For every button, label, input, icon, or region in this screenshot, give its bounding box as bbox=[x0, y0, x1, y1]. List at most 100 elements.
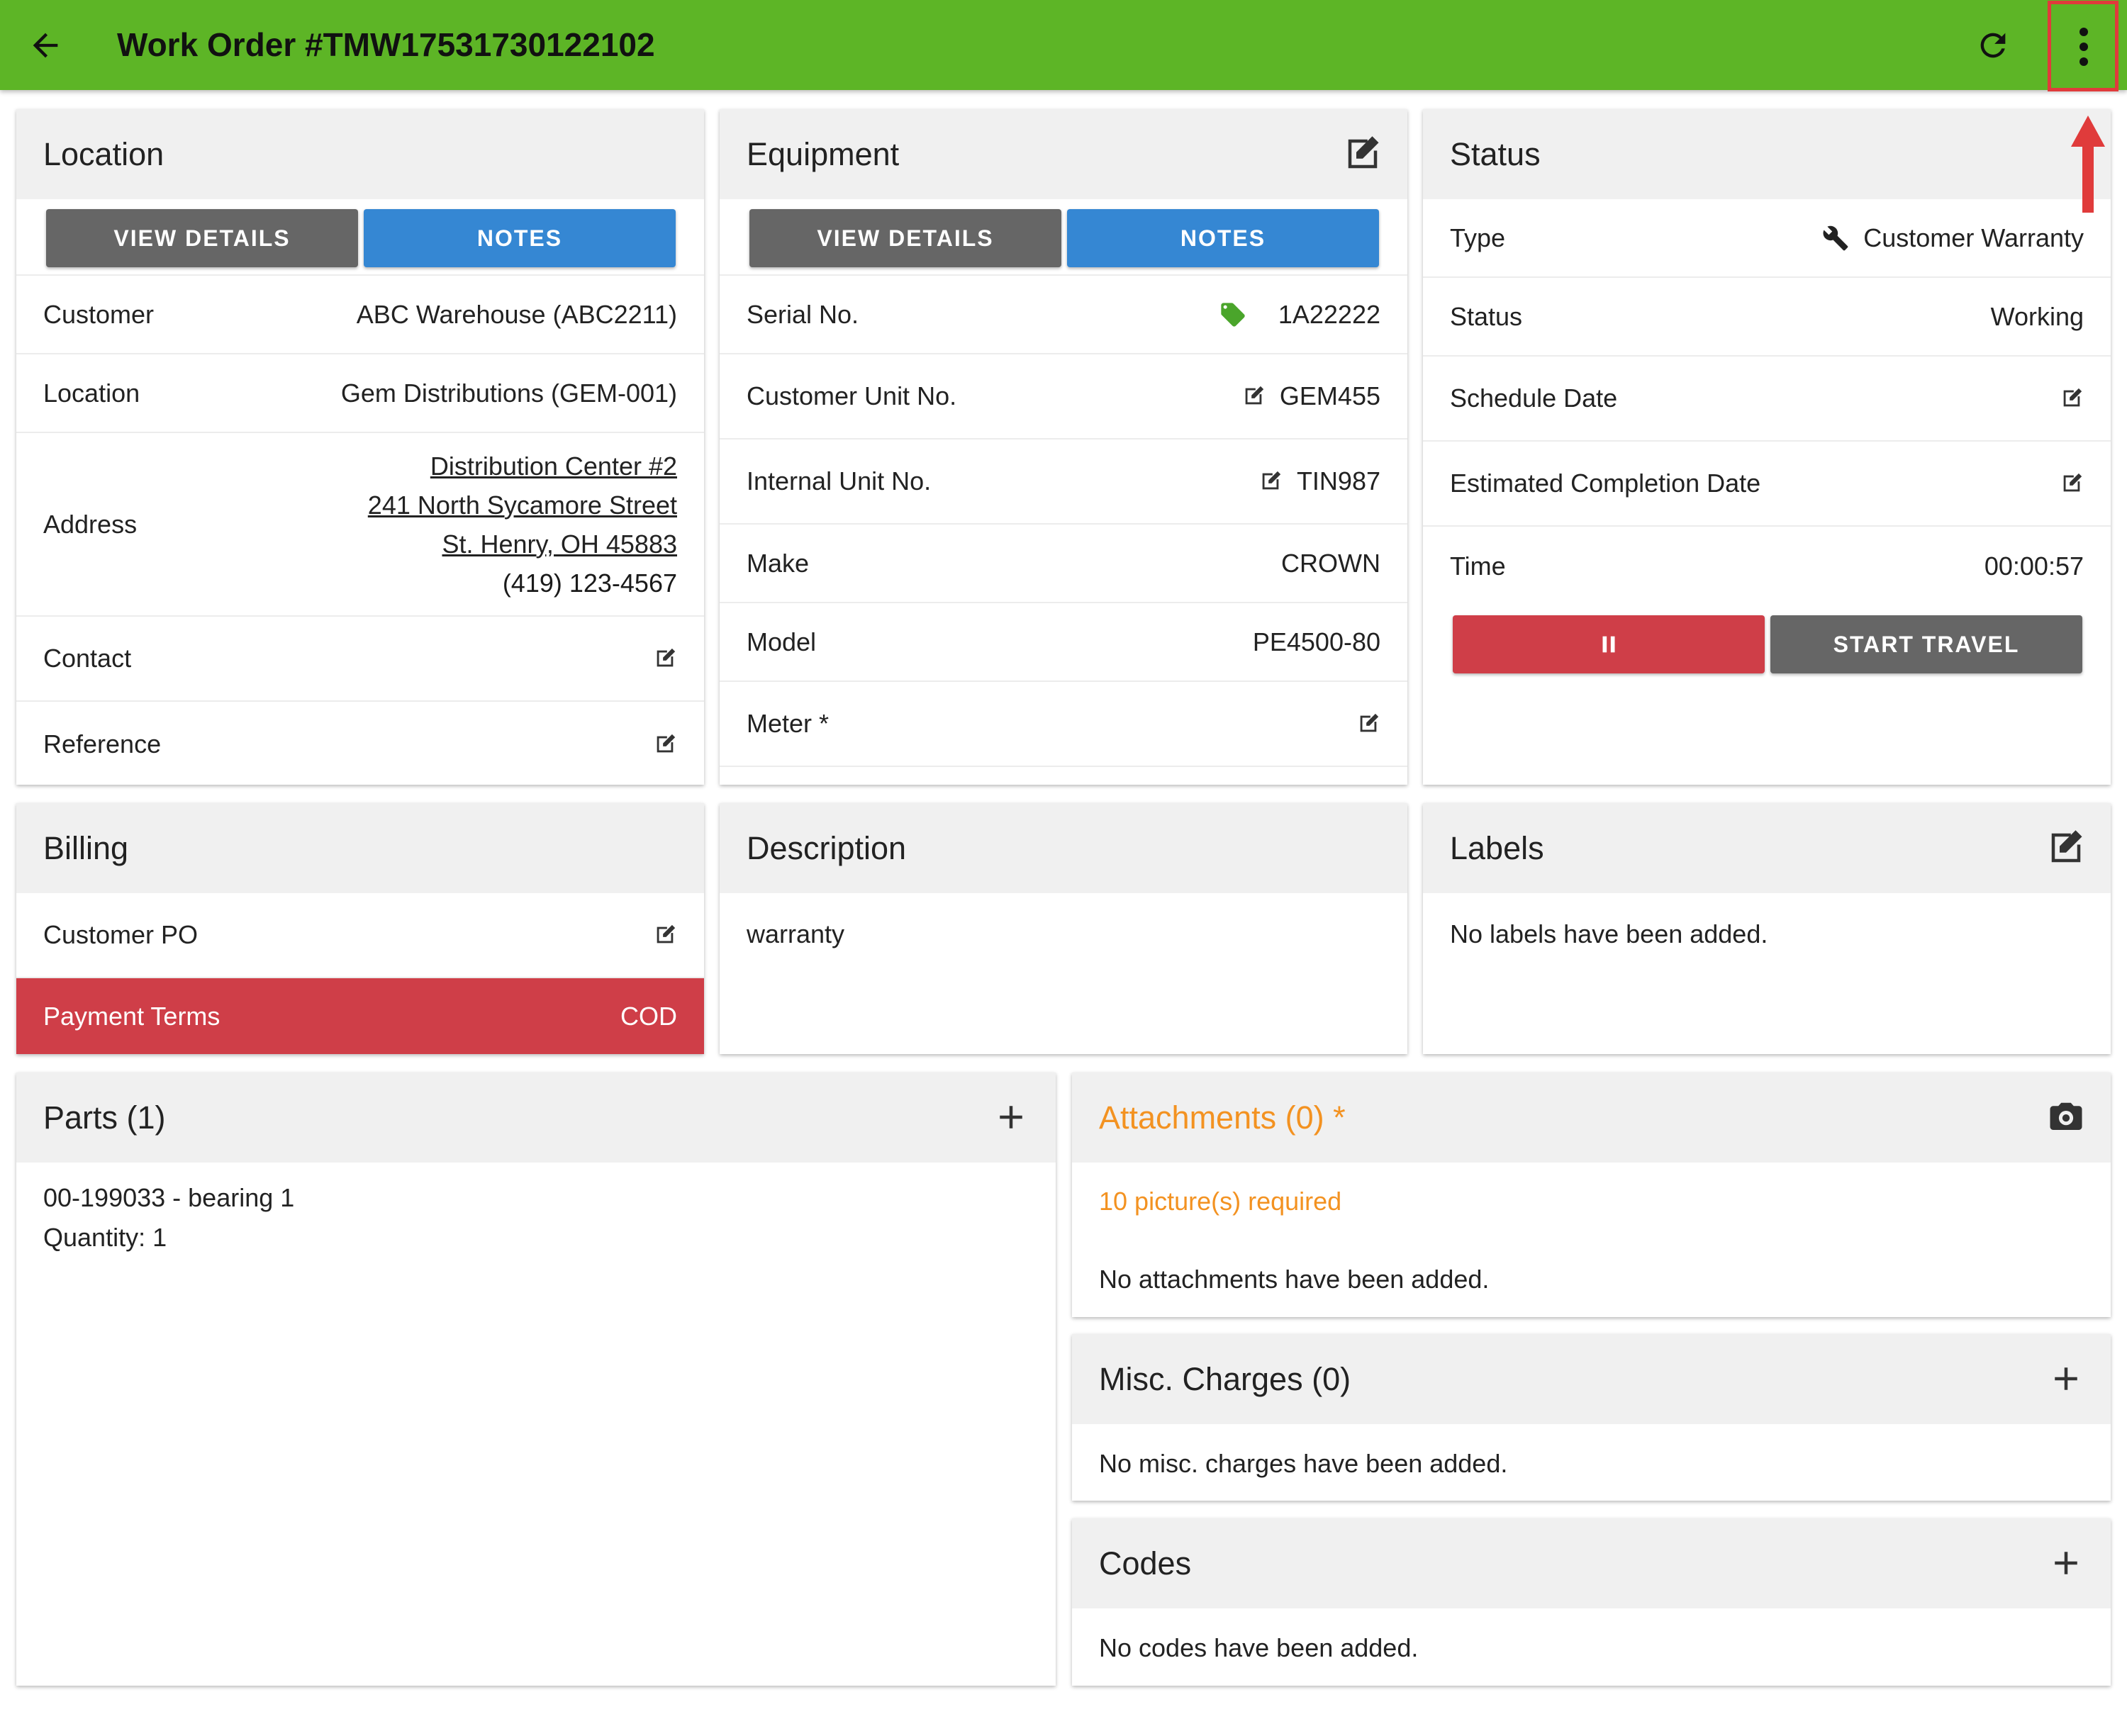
misc-charges-card: Misc. Charges (0) No misc. charges have … bbox=[1072, 1334, 2111, 1501]
address-line3-link[interactable]: St. Henry, OH 45883 bbox=[368, 525, 678, 564]
customer-label: Customer bbox=[43, 299, 155, 329]
annotation-arrow-icon bbox=[2071, 116, 2105, 213]
edit-icon[interactable] bbox=[2047, 829, 2085, 867]
pause-button[interactable] bbox=[1453, 615, 1765, 673]
customer-unit-value: GEM455 bbox=[1279, 381, 1380, 410]
make-label: Make bbox=[747, 548, 810, 578]
schedule-date-row[interactable]: Schedule Date bbox=[1423, 357, 2111, 442]
labels-title: Labels bbox=[1450, 829, 1544, 866]
contact-label: Contact bbox=[43, 644, 132, 673]
reference-label: Reference bbox=[43, 729, 162, 758]
meter-label: Meter * bbox=[747, 709, 830, 738]
attachments-empty-text: No attachments have been added. bbox=[1099, 1265, 1490, 1294]
edit-icon[interactable] bbox=[1344, 135, 1382, 173]
attachments-required-text: 10 picture(s) required bbox=[1099, 1187, 1342, 1216]
address-line2-link[interactable]: 241 North Sycamore Street bbox=[368, 486, 677, 525]
location-label: Location bbox=[43, 378, 140, 408]
serial-label: Serial No. bbox=[747, 299, 859, 329]
part-name: 00-199033 - bearing 1 bbox=[43, 1183, 295, 1212]
list-item[interactable]: 00-199033 - bearing 1 Quantity: 1 bbox=[16, 1163, 1056, 1279]
status-label: Status bbox=[1450, 301, 1523, 331]
equipment-header: Equipment bbox=[720, 109, 1407, 199]
misc-charges-header: Misc. Charges (0) bbox=[1072, 1334, 2111, 1424]
labels-card: Labels No labels have been added. bbox=[1423, 803, 2111, 1054]
address-label: Address bbox=[43, 509, 138, 539]
edit-icon[interactable] bbox=[2060, 471, 2084, 495]
camera-icon[interactable] bbox=[2047, 1098, 2085, 1136]
page-title: Work Order #TMW17531730122102 bbox=[117, 26, 655, 63]
description-title: Description bbox=[747, 829, 907, 866]
time-value: 00:00:57 bbox=[1984, 551, 2084, 581]
equipment-title: Equipment bbox=[747, 135, 900, 172]
location-card: Location VIEW DETAILS NOTES Customer ABC… bbox=[16, 109, 704, 785]
internal-unit-row[interactable]: Internal Unit No. TIN987 bbox=[720, 439, 1407, 525]
edit-icon[interactable] bbox=[653, 923, 677, 947]
internal-unit-label: Internal Unit No. bbox=[747, 466, 932, 495]
est-completion-row[interactable]: Estimated Completion Date bbox=[1423, 442, 2111, 527]
equipment-notes-button[interactable]: NOTES bbox=[1067, 209, 1379, 267]
edit-icon[interactable] bbox=[653, 732, 677, 756]
schedule-date-label: Schedule Date bbox=[1450, 383, 1618, 413]
location-notes-button[interactable]: NOTES bbox=[364, 209, 676, 267]
customer-unit-row[interactable]: Customer Unit No. GEM455 bbox=[720, 354, 1407, 439]
equipment-view-details-button[interactable]: VIEW DETAILS bbox=[749, 209, 1061, 267]
refresh-icon[interactable] bbox=[1975, 27, 2011, 64]
serial-value: 1A22222 bbox=[1278, 299, 1380, 329]
edit-icon[interactable] bbox=[2060, 386, 2084, 410]
location-button-row: VIEW DETAILS NOTES bbox=[16, 199, 704, 276]
payment-terms-row: Payment Terms COD bbox=[16, 978, 704, 1054]
billing-header: Billing bbox=[16, 803, 704, 893]
edit-icon[interactable] bbox=[1356, 712, 1380, 736]
payment-terms-label: Payment Terms bbox=[43, 1001, 220, 1031]
status-card: Status Type Customer Warranty Status Wor… bbox=[1423, 109, 2111, 785]
billing-card: Billing Customer PO Payment Terms COD bbox=[16, 803, 704, 1054]
arrow-left-icon[interactable] bbox=[27, 27, 64, 64]
plus-icon[interactable] bbox=[992, 1098, 1030, 1136]
status-row: Status Working bbox=[1423, 278, 2111, 357]
labels-empty-text: No labels have been added. bbox=[1450, 919, 1768, 948]
status-value: Working bbox=[1990, 301, 2084, 331]
location-view-details-button[interactable]: VIEW DETAILS bbox=[46, 209, 358, 267]
customer-value: ABC Warehouse (ABC2211) bbox=[356, 299, 677, 329]
location-value: Gem Distributions (GEM-001) bbox=[340, 378, 677, 408]
plus-icon[interactable] bbox=[2047, 1544, 2085, 1582]
est-completion-label: Estimated Completion Date bbox=[1450, 469, 1761, 498]
tag-icon bbox=[1221, 302, 1245, 327]
model-value: PE4500-80 bbox=[1252, 627, 1380, 656]
description-text: warranty bbox=[747, 919, 845, 948]
equipment-card: Equipment VIEW DETAILS NOTES Serial No. … bbox=[720, 109, 1407, 785]
reference-row[interactable]: Reference bbox=[16, 702, 704, 785]
contact-row[interactable]: Contact bbox=[16, 617, 704, 702]
parts-title: Parts (1) bbox=[43, 1099, 166, 1136]
meter-row[interactable]: Meter * bbox=[720, 682, 1407, 767]
payment-terms-value: COD bbox=[620, 1001, 677, 1031]
location-title: Location bbox=[43, 135, 164, 172]
plus-icon[interactable] bbox=[2047, 1360, 2085, 1398]
type-label: Type bbox=[1450, 223, 1506, 252]
status-header: Status bbox=[1423, 109, 2111, 199]
pause-icon bbox=[1602, 636, 1615, 653]
codes-card: Codes No codes have been added. bbox=[1072, 1518, 2111, 1686]
edit-icon[interactable] bbox=[1241, 384, 1266, 408]
edit-icon[interactable] bbox=[1258, 469, 1283, 493]
more-vertical-icon[interactable] bbox=[2050, 2, 2118, 89]
time-label: Time bbox=[1450, 551, 1506, 581]
make-row: Make CROWN bbox=[720, 525, 1407, 603]
attachments-title: Attachments (0) * bbox=[1099, 1099, 1346, 1136]
customer-po-row[interactable]: Customer PO bbox=[16, 893, 704, 978]
billing-title: Billing bbox=[43, 829, 129, 866]
attachments-card: Attachments (0) * 10 picture(s) required… bbox=[1072, 1073, 2111, 1317]
start-travel-button[interactable]: START TRAVEL bbox=[1770, 615, 2082, 673]
address-line1-link[interactable]: Distribution Center #2 bbox=[368, 447, 677, 486]
phone-number: (419) 123-4567 bbox=[502, 568, 677, 598]
part-quantity: Quantity: 1 bbox=[43, 1223, 167, 1252]
codes-title: Codes bbox=[1099, 1545, 1192, 1581]
internal-unit-value: TIN987 bbox=[1296, 466, 1380, 495]
type-value: Customer Warranty bbox=[1863, 223, 2084, 252]
top-app-bar: Work Order #TMW17531730122102 bbox=[0, 0, 2127, 90]
edit-icon[interactable] bbox=[653, 646, 677, 671]
attachments-header: Attachments (0) * bbox=[1072, 1073, 2111, 1163]
description-card: Description warranty bbox=[720, 803, 1407, 1054]
misc-charges-empty-text: No misc. charges have been added. bbox=[1099, 1449, 1508, 1478]
parts-header: Parts (1) bbox=[16, 1073, 1056, 1163]
